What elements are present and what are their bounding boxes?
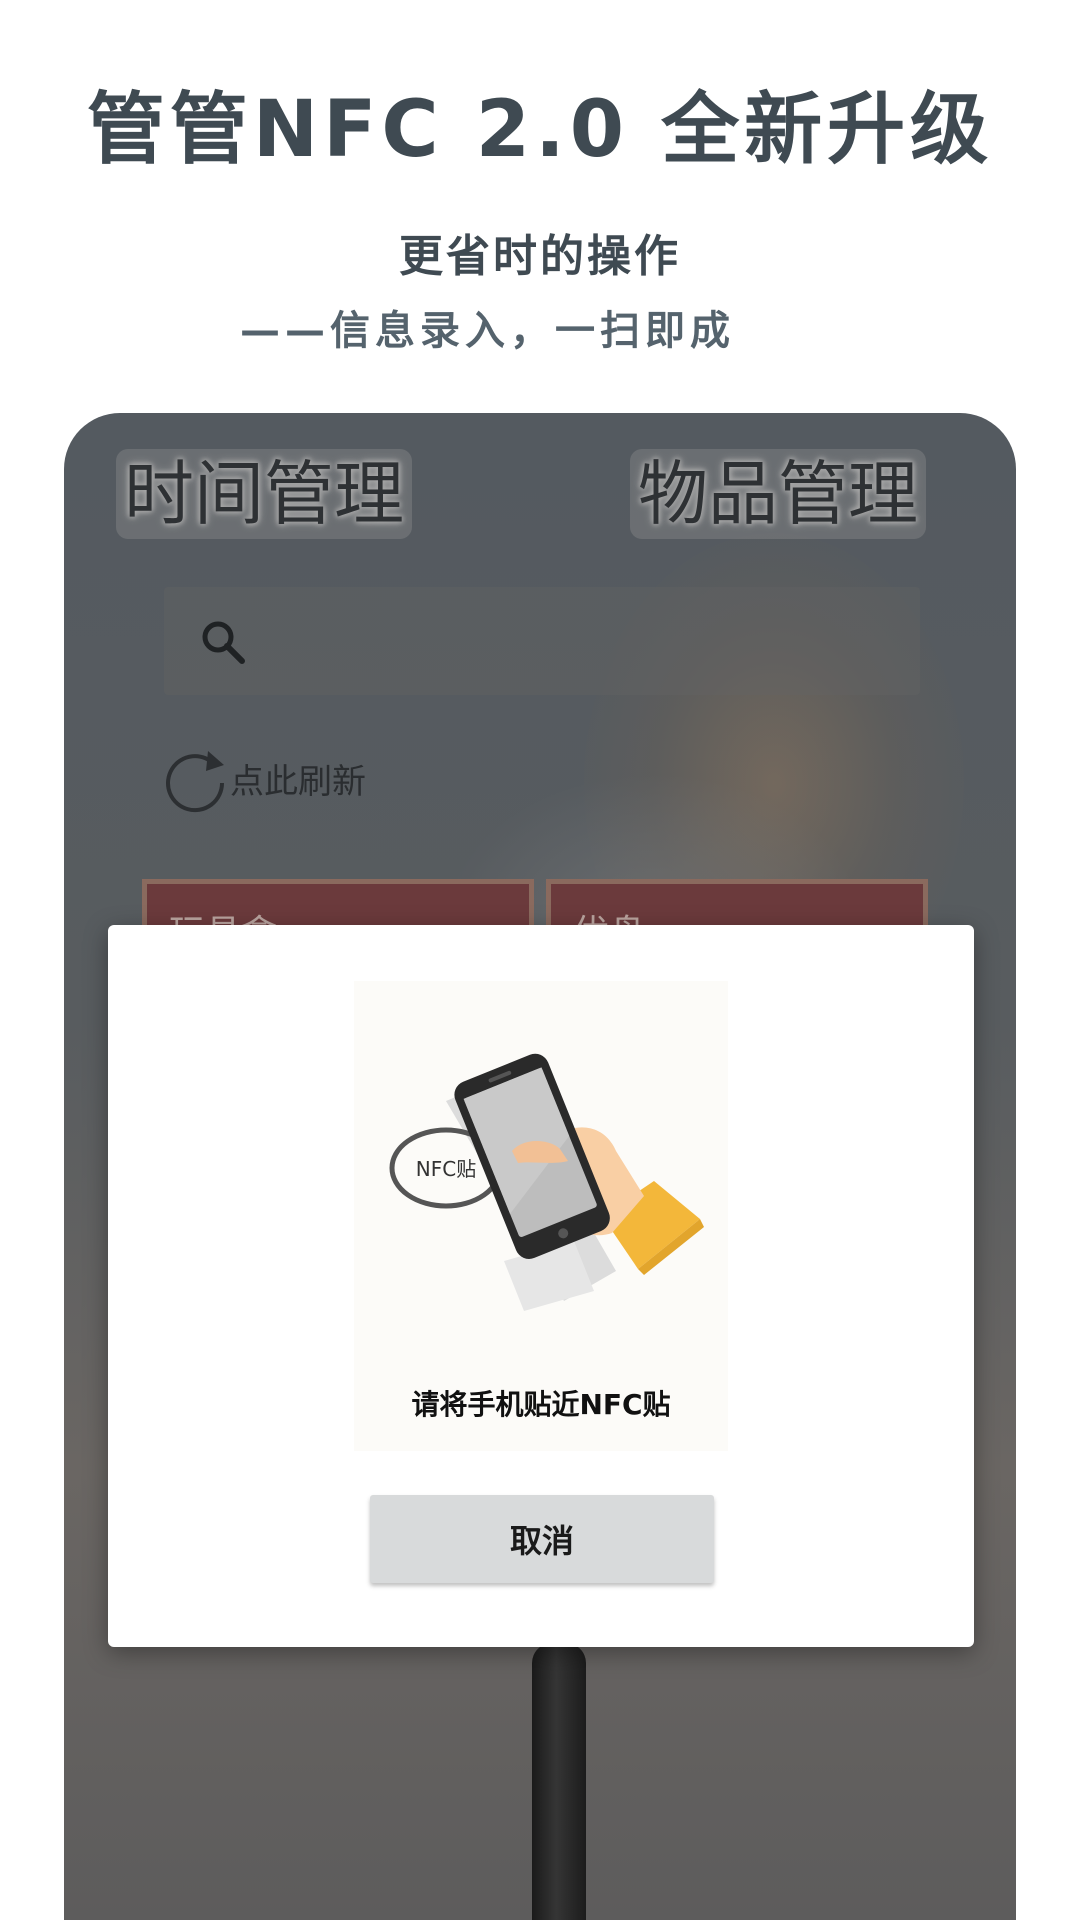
phone-tap-nfc-illustration: NFC贴	[389, 1053, 704, 1311]
nfc-tag-text: NFC贴	[416, 1157, 476, 1181]
promo-headline: 管管NFC 2.0 全新升级	[86, 85, 994, 175]
tab-time-management[interactable]: 时间管理	[116, 449, 412, 539]
promo-tagline: ——信息录入，一扫即成	[240, 308, 735, 354]
search-input[interactable]	[164, 587, 920, 695]
cancel-button[interactable]: 取消	[370, 1495, 714, 1583]
refresh-icon	[166, 751, 225, 813]
tab-item-management[interactable]: 物品管理	[630, 449, 926, 539]
refresh-label: 点此刷新	[230, 761, 366, 802]
background-rope	[532, 1643, 586, 1920]
nfc-illustration-panel: NFC贴 请将手机贴近NFC贴	[354, 981, 728, 1451]
promo-subtitle: 更省时的操作	[399, 231, 681, 282]
nfc-hint-text: 请将手机贴近NFC贴	[411, 1388, 671, 1421]
nfc-scan-dialog: NFC贴 请将手机贴近NFC贴 取消	[108, 925, 974, 1647]
search-icon	[202, 621, 245, 664]
refresh-button[interactable]: 点此刷新	[160, 743, 366, 813]
